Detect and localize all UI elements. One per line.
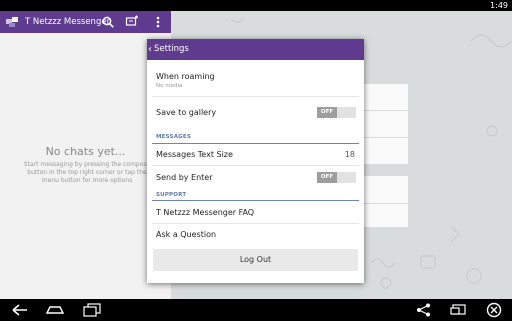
background-card [364,111,408,137]
app-toolbar: T Netzzz Messenger [0,11,171,33]
messages-text-size-row[interactable]: Messages Text Size 18 [147,144,364,165]
app-title: T Netzzz Messenger [25,17,111,27]
faq-label: T Netzzz Messenger FAQ [156,208,255,217]
close-icon[interactable] [484,302,504,318]
empty-chats-title: No chats yet... [45,145,126,158]
status-clock: 1:49 [490,1,508,10]
empty-chats-hint: Start messaging by pressing the compose … [23,161,151,184]
when-roaming-label: When roaming [156,72,215,81]
faq-row[interactable]: T Netzzz Messenger FAQ [147,201,364,223]
ask-question-row[interactable]: Ask a Question [147,224,364,246]
section-header-support: SUPPORT [156,192,187,198]
when-roaming-value: No media [156,83,183,89]
settings-header[interactable]: ‹ Settings [147,39,364,60]
background-card [364,204,408,227]
search-icon[interactable] [101,15,115,29]
status-bar: 1:49 [0,0,512,11]
home-icon[interactable] [45,302,65,318]
share-icon[interactable] [414,302,434,318]
settings-dialog: ‹ Settings When roaming No media Save to… [147,39,364,283]
overflow-menu-icon[interactable] [151,15,165,29]
compose-icon[interactable] [125,15,139,29]
chat-list-pane: T Netzzz Messenger No chats yet... Start… [0,11,171,299]
section-header-messages: MESSAGES [156,134,191,140]
toggle-state: OFF [317,172,337,183]
when-roaming-row[interactable]: When roaming No media [147,60,364,96]
settings-title: Settings [154,44,189,54]
send-by-enter-row[interactable]: Send by Enter OFF [147,166,364,190]
send-by-enter-label: Send by Enter [156,173,213,182]
ask-question-label: Ask a Question [156,230,217,239]
system-navigation-bar [0,299,512,321]
app-screen: T Netzzz Messenger No chats yet... Start… [0,11,512,299]
chevron-left-icon[interactable]: ‹ [148,39,152,60]
recent-apps-icon[interactable] [82,302,102,318]
background-card [364,138,408,164]
background-card [364,176,408,203]
messages-text-size-label: Messages Text Size [156,150,233,159]
app-logo-icon [6,17,18,27]
save-to-gallery-row[interactable]: Save to gallery OFF [147,97,364,131]
messages-text-size-value: 18 [344,150,355,159]
background-card [364,84,408,110]
save-to-gallery-label: Save to gallery [156,108,217,117]
log-out-button[interactable]: Log Out [153,249,358,271]
back-icon[interactable] [10,302,30,318]
toggle-state: OFF [317,107,337,118]
window-icon[interactable] [449,302,469,318]
save-to-gallery-toggle[interactable]: OFF [317,107,356,118]
send-by-enter-toggle[interactable]: OFF [317,172,356,183]
